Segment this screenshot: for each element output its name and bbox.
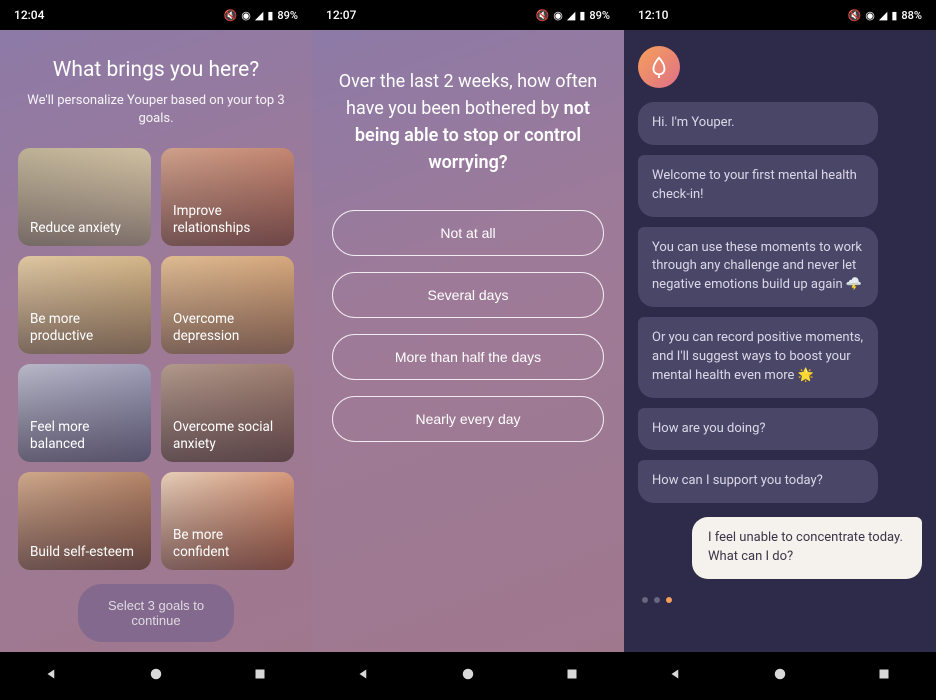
status-bar: 12:04 🔇 ◉ ◢ ▮ 89% [0,0,312,30]
goals-content: What brings you here? We'll personalize … [0,30,312,652]
goal-card-reduce-anxiety[interactable]: Reduce anxiety [18,148,151,246]
goal-label: Be more productive [30,311,139,345]
nav-back-icon[interactable] [355,665,373,687]
question-text: Over the last 2 weeks, how often have yo… [332,68,604,176]
bot-message: You can use these moments to work throug… [638,227,878,308]
user-message: I feel unable to concentrate today. What… [692,517,922,579]
nav-back-icon[interactable] [43,665,61,687]
question-lead: Over the last 2 weeks, how often have yo… [339,71,597,119]
screen-chat: 12:10 🔇 ◉ ◢ ▮ 88% Hi. I'm Youper. Welcom… [624,0,936,700]
nav-home-icon[interactable] [147,665,165,687]
bot-avatar [638,46,680,88]
chat-content: Hi. I'm Youper. Welcome to your first me… [624,30,936,652]
mute-icon: 🔇 [536,9,550,22]
wifi-icon: ◉ [553,9,563,22]
signal-icon: ◢ [567,9,575,22]
option-more-than-half[interactable]: More than half the days [332,334,604,380]
clock: 12:10 [638,8,668,22]
battery-text: 89% [589,9,610,22]
status-icons: 🔇 ◉ ◢ ▮ 88% [848,9,922,22]
typing-indicator [638,597,922,603]
nav-recent-icon[interactable] [563,665,581,687]
goal-label: Feel more balanced [30,419,139,453]
clock: 12:04 [14,8,44,22]
screen-goals: 12:04 🔇 ◉ ◢ ▮ 89% What brings you here? … [0,0,312,700]
dot-icon [654,597,660,603]
nav-bar [312,652,624,700]
nav-home-icon[interactable] [459,665,477,687]
goal-grid: Reduce anxiety Improve relationships Be … [16,148,296,570]
goal-label: Reduce anxiety [30,220,121,237]
bot-message: Hi. I'm Youper. [638,102,878,145]
wifi-icon: ◉ [241,9,251,22]
status-bar: 12:07 🔇 ◉ ◢ ▮ 89% [312,0,624,30]
battery-text: 89% [277,9,298,22]
goal-label: Be more confident [173,527,282,561]
signal-icon: ◢ [255,9,263,22]
screen-question: 12:07 🔇 ◉ ◢ ▮ 89% Over the last 2 weeks,… [312,0,624,700]
clock: 12:07 [326,8,356,22]
select-goals-button[interactable]: Select 3 goals to continue [78,584,234,642]
battery-text: 88% [901,9,922,22]
signal-icon: ◢ [879,9,887,22]
status-icons: 🔇 ◉ ◢ ▮ 89% [224,9,298,22]
goal-card-feel-more-balanced[interactable]: Feel more balanced [18,364,151,462]
goal-card-improve-relationships[interactable]: Improve relationships [161,148,294,246]
status-bar: 12:10 🔇 ◉ ◢ ▮ 88% [624,0,936,30]
page-subtitle: We'll personalize Youper based on your t… [16,92,296,128]
battery-icon: ▮ [267,9,273,22]
nav-recent-icon[interactable] [251,665,269,687]
status-icons: 🔇 ◉ ◢ ▮ 89% [536,9,610,22]
question-content: Over the last 2 weeks, how often have yo… [312,30,624,652]
dot-icon [666,597,672,603]
battery-icon: ▮ [891,9,897,22]
page-title: What brings you here? [16,58,296,82]
goal-label: Improve relationships [173,203,282,237]
bot-message: Welcome to your first mental health chec… [638,155,878,217]
nav-back-icon[interactable] [667,665,685,687]
option-several-days[interactable]: Several days [332,272,604,318]
goal-label: Overcome depression [173,311,282,345]
goal-card-overcome-social-anxiety[interactable]: Overcome social anxiety [161,364,294,462]
option-not-at-all[interactable]: Not at all [332,210,604,256]
wifi-icon: ◉ [865,9,875,22]
bot-message: Or you can record positive moments, and … [638,317,878,398]
goal-label: Build self-esteem [30,544,134,561]
bot-message: How are you doing? [638,408,878,451]
nav-home-icon[interactable] [771,665,789,687]
mute-icon: 🔇 [848,9,862,22]
nav-recent-icon[interactable] [875,665,893,687]
mute-icon: 🔇 [224,9,238,22]
bot-message: How can I support you today? [638,460,878,503]
dot-icon [642,597,648,603]
goal-card-be-more-confident[interactable]: Be more confident [161,472,294,570]
leaf-icon [648,56,670,78]
nav-bar [624,652,936,700]
goal-label: Overcome social anxiety [173,419,282,453]
battery-icon: ▮ [579,9,585,22]
option-nearly-every-day[interactable]: Nearly every day [332,396,604,442]
nav-bar [0,652,312,700]
goal-card-build-self-esteem[interactable]: Build self-esteem [18,472,151,570]
goal-card-be-more-productive[interactable]: Be more productive [18,256,151,354]
goal-card-overcome-depression[interactable]: Overcome depression [161,256,294,354]
